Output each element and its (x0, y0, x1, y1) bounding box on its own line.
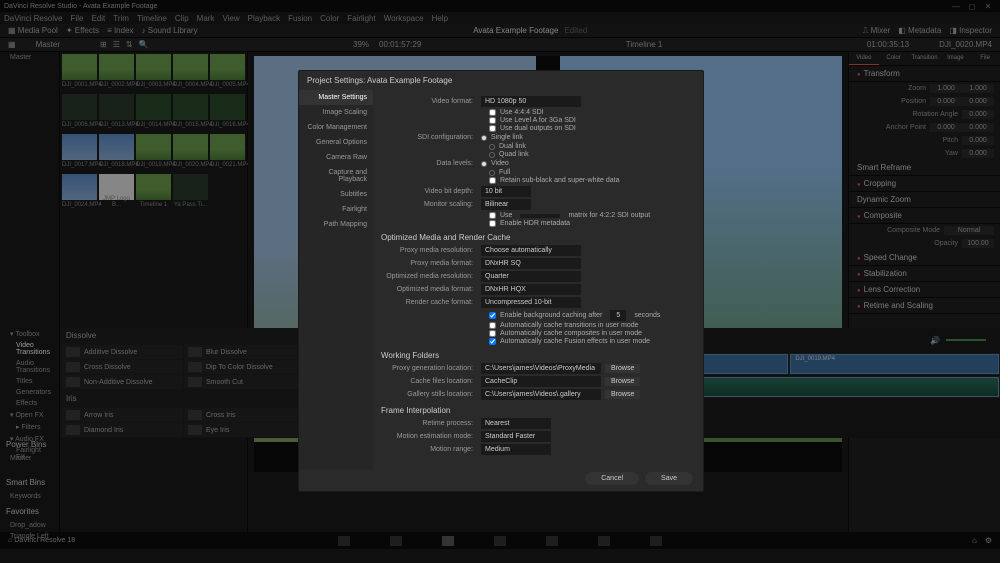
motion-est-label: Motion estimation mode: (381, 433, 481, 440)
dual-link-radio[interactable] (489, 144, 495, 150)
browse-button[interactable]: Browse (605, 377, 640, 386)
browse-button[interactable]: Browse (605, 390, 640, 399)
retime-select[interactable]: Nearest (481, 418, 551, 429)
save-button[interactable]: Save (645, 472, 693, 485)
modal-nav-item[interactable]: Color Management (299, 120, 373, 135)
modal-nav-item[interactable]: Path Mapping (299, 217, 373, 232)
full-levels-radio[interactable] (489, 170, 495, 176)
monitor-scaling-label: Monitor scaling: (381, 201, 481, 208)
use-444-check[interactable] (489, 109, 496, 116)
modal-nav-item[interactable]: General Options (299, 135, 373, 150)
auto-trans-check[interactable] (489, 322, 496, 329)
matrix-select[interactable] (520, 214, 560, 218)
proxy-res-label: Proxy media resolution: (381, 247, 481, 254)
cache-loc-label: Cache files location: (381, 378, 481, 385)
motion-range-label: Motion range: (381, 446, 481, 453)
working-folders-section: Working Folders (381, 351, 695, 360)
monitor-scaling-select[interactable]: Bilinear (481, 199, 531, 210)
cancel-button[interactable]: Cancel (585, 472, 639, 485)
modal-nav-item[interactable]: Capture and Playback (299, 165, 373, 187)
video-format-label: Video format: (381, 98, 481, 105)
modal-nav-item[interactable]: Master Settings (299, 90, 373, 105)
modal-nav-item[interactable]: Camera Raw (299, 150, 373, 165)
modal-title: Project Settings: Avata Example Footage (299, 71, 703, 90)
motion-est-select[interactable]: Standard Faster (481, 431, 551, 442)
quad-link-radio[interactable] (489, 152, 495, 158)
matrix-check[interactable] (489, 212, 496, 219)
opt-fmt-select[interactable]: DNxHR HQX (481, 284, 581, 295)
bit-depth-select[interactable]: 10 bit (481, 186, 531, 197)
proxy-res-select[interactable]: Choose automatically (481, 245, 581, 256)
modal-nav-item[interactable]: Image Scaling (299, 105, 373, 120)
proxy-loc-input[interactable]: C:\Users\james\Videos\ProxyMedia (481, 363, 601, 374)
hdr-meta-check[interactable] (489, 220, 496, 227)
project-settings-modal: Project Settings: Avata Example Footage … (298, 70, 704, 492)
opt-res-select[interactable]: Quarter (481, 271, 581, 282)
gallery-loc-input[interactable]: C:\Users\james\Videos\.gallery (481, 389, 601, 400)
auto-comp-check[interactable] (489, 330, 496, 337)
bit-depth-label: Video bit depth: (381, 188, 481, 195)
single-link-radio[interactable] (481, 135, 487, 141)
bg-cache-check[interactable] (489, 312, 496, 319)
frame-interp-section: Frame Interpolation (381, 406, 695, 415)
level-a-check[interactable] (489, 117, 496, 124)
proxy-fmt-label: Proxy media format: (381, 260, 481, 267)
cache-loc-input[interactable]: CacheClip (481, 376, 601, 387)
sdi-config-label: SDI configuration: (381, 134, 481, 141)
modal-nav-item[interactable]: Fairlight (299, 202, 373, 217)
opt-res-label: Optimized media resolution: (381, 273, 481, 280)
retime-label: Retime process: (381, 420, 481, 427)
modal-nav-item[interactable]: Subtitles (299, 187, 373, 202)
cache-fmt-label: Render cache format: (381, 299, 481, 306)
motion-range-select[interactable]: Medium (481, 444, 551, 455)
video-levels-radio[interactable] (481, 161, 487, 167)
data-levels-label: Data levels: (381, 160, 481, 167)
proxy-loc-label: Proxy generation location: (381, 365, 481, 372)
dual-out-check[interactable] (489, 125, 496, 132)
opt-fmt-label: Optimized media format: (381, 286, 481, 293)
video-format-select[interactable]: HD 1080p 50 (481, 96, 581, 107)
retain-subblack-check[interactable] (489, 177, 496, 184)
browse-button[interactable]: Browse (605, 364, 640, 373)
gallery-loc-label: Gallery stills location: (381, 391, 481, 398)
auto-fusion-check[interactable] (489, 338, 496, 345)
opt-media-section: Optimized Media and Render Cache (381, 233, 695, 242)
bg-cache-seconds[interactable]: 5 (610, 310, 626, 321)
proxy-fmt-select[interactable]: DNxHR SQ (481, 258, 581, 269)
cache-fmt-select[interactable]: Uncompressed 10-bit (481, 297, 581, 308)
